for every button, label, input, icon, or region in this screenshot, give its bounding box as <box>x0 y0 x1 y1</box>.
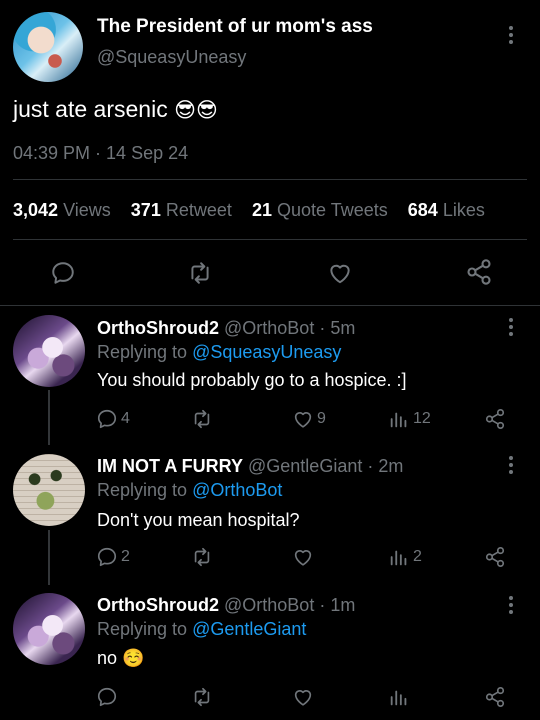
reply-header: OrthoShroud2 @OrthoBot · 5m <box>97 318 355 339</box>
views-icon[interactable] <box>388 686 410 708</box>
like-icon[interactable] <box>291 546 315 568</box>
view-count: 12 <box>413 410 431 427</box>
more-icon[interactable] <box>508 26 514 47</box>
retweets-label[interactable]: Retweet <box>166 200 232 220</box>
reply-text: no ☺️ <box>97 648 144 669</box>
replying-to-prefix: Replying to <box>97 619 188 639</box>
view-count: 2 <box>413 548 422 565</box>
reply-avatar[interactable] <box>13 454 85 526</box>
sunglasses-emoji: 😎😎 <box>174 99 218 122</box>
retweet-icon[interactable] <box>190 686 214 708</box>
replying-to-link[interactable]: @SqueasyUneasy <box>192 342 341 362</box>
views-icon[interactable] <box>388 408 410 430</box>
reply-text-content: no <box>97 648 118 668</box>
reply-text: You should probably go to a hospice. :] <box>97 370 407 390</box>
like-icon[interactable] <box>326 260 354 286</box>
divider <box>0 305 540 306</box>
smiling-emoji: ☺️ <box>122 648 145 668</box>
quotes-label[interactable]: Quote Tweets <box>277 200 388 220</box>
retweet-icon[interactable] <box>186 260 214 286</box>
share-icon[interactable] <box>484 546 506 568</box>
reply-header: OrthoShroud2 @OrthoBot · 1m <box>97 595 355 616</box>
replying-to-link[interactable]: @GentleGiant <box>192 619 306 639</box>
share-icon[interactable] <box>484 686 506 708</box>
share-icon[interactable] <box>484 408 506 430</box>
reply-header: IM NOT A FURRY @GentleGiant · 2m <box>97 456 403 477</box>
replying-to-link[interactable]: @OrthoBot <box>192 480 282 500</box>
more-icon[interactable] <box>508 456 514 477</box>
author-avatar[interactable] <box>13 12 83 82</box>
reply-count: 4 <box>121 410 130 427</box>
reply-icon[interactable] <box>96 546 118 568</box>
reply-icon[interactable] <box>96 686 118 708</box>
reply-count: 2 <box>121 548 130 565</box>
reply-handle-time[interactable]: @OrthoBot · 1m <box>224 595 355 615</box>
likes-count[interactable]: 684 <box>408 200 438 220</box>
tweet-text-content: just ate arsenic <box>13 96 168 122</box>
thread-line <box>48 530 50 585</box>
likes-label[interactable]: Likes <box>443 200 485 220</box>
replying-to: Replying to @GentleGiant <box>97 619 306 640</box>
author-handle[interactable]: @SqueasyUneasy <box>97 47 246 68</box>
views-icon[interactable] <box>388 546 410 568</box>
author-display-name[interactable]: The President of ur mom's ass <box>97 16 373 38</box>
reply-avatar[interactable] <box>13 593 85 665</box>
reply-display-name[interactable]: IM NOT A FURRY <box>97 456 243 476</box>
reply-avatar[interactable] <box>13 315 85 387</box>
share-icon[interactable] <box>465 258 493 286</box>
views-label: Views <box>63 200 111 220</box>
divider <box>13 239 527 240</box>
reply-display-name[interactable]: OrthoShroud2 <box>97 595 219 615</box>
like-icon[interactable] <box>291 408 315 430</box>
replying-to-prefix: Replying to <box>97 480 188 500</box>
reply-display-name[interactable]: OrthoShroud2 <box>97 318 219 338</box>
divider <box>13 179 527 180</box>
views-count: 3,042 <box>13 200 59 220</box>
more-icon[interactable] <box>508 318 514 339</box>
reply-handle-time[interactable]: @GentleGiant · 2m <box>248 456 403 476</box>
retweets-count[interactable]: 371 <box>131 200 161 220</box>
tweet-stats: 3,042 Views 371 Retweet 21 Quote Tweets … <box>13 200 485 221</box>
reply-handle-time[interactable]: @OrthoBot · 5m <box>224 318 355 338</box>
tweet-text: just ate arsenic 😎😎 <box>13 96 218 123</box>
replying-to: Replying to @OrthoBot <box>97 480 282 501</box>
more-icon[interactable] <box>508 596 514 617</box>
thread-line <box>48 390 50 445</box>
reply-icon[interactable] <box>96 408 118 430</box>
reply-text: Don't you mean hospital? <box>97 510 300 530</box>
retweet-icon[interactable] <box>190 408 214 430</box>
retweet-icon[interactable] <box>190 546 214 568</box>
reply-icon[interactable] <box>50 260 76 286</box>
like-count: 9 <box>317 410 326 427</box>
replying-to: Replying to @SqueasyUneasy <box>97 342 341 363</box>
tweet-timestamp[interactable]: 04:39 PM · 14 Sep 24 <box>13 143 188 164</box>
quotes-count[interactable]: 21 <box>252 200 272 220</box>
like-icon[interactable] <box>291 686 315 708</box>
replying-to-prefix: Replying to <box>97 342 188 362</box>
